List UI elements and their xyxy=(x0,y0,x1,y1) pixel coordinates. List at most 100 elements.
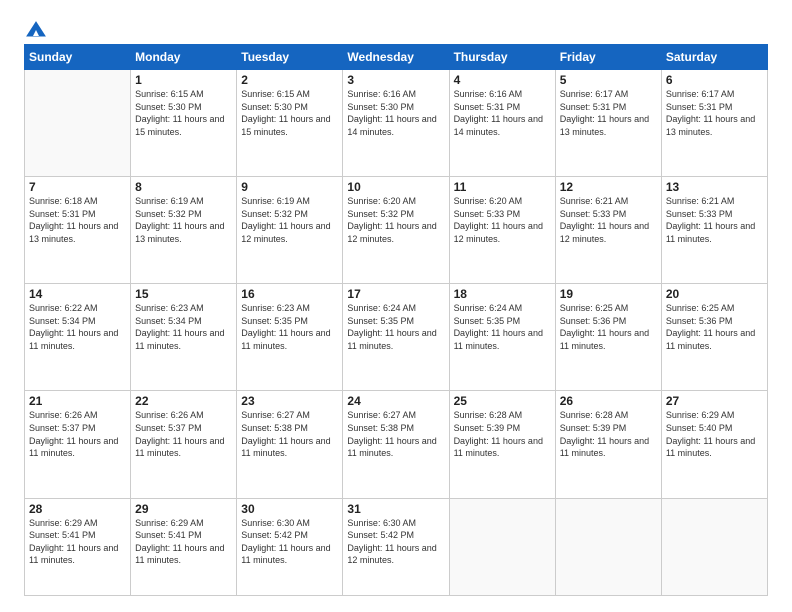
day-number: 5 xyxy=(560,73,657,87)
day-number: 22 xyxy=(135,394,232,408)
calendar-cell: 10Sunrise: 6:20 AMSunset: 5:32 PMDayligh… xyxy=(343,177,449,284)
day-info: Sunrise: 6:25 AMSunset: 5:36 PMDaylight:… xyxy=(666,302,763,352)
day-number: 2 xyxy=(241,73,338,87)
calendar-cell: 1Sunrise: 6:15 AMSunset: 5:30 PMDaylight… xyxy=(131,70,237,177)
day-number: 31 xyxy=(347,502,444,516)
calendar-cell: 5Sunrise: 6:17 AMSunset: 5:31 PMDaylight… xyxy=(555,70,661,177)
calendar-cell: 8Sunrise: 6:19 AMSunset: 5:32 PMDaylight… xyxy=(131,177,237,284)
calendar-week-4: 28Sunrise: 6:29 AMSunset: 5:41 PMDayligh… xyxy=(25,498,768,595)
calendar-cell: 3Sunrise: 6:16 AMSunset: 5:30 PMDaylight… xyxy=(343,70,449,177)
calendar-cell: 16Sunrise: 6:23 AMSunset: 5:35 PMDayligh… xyxy=(237,284,343,391)
calendar-cell: 9Sunrise: 6:19 AMSunset: 5:32 PMDaylight… xyxy=(237,177,343,284)
day-info: Sunrise: 6:18 AMSunset: 5:31 PMDaylight:… xyxy=(29,195,126,245)
calendar-cell: 2Sunrise: 6:15 AMSunset: 5:30 PMDaylight… xyxy=(237,70,343,177)
day-number: 3 xyxy=(347,73,444,87)
calendar-dow-sunday: Sunday xyxy=(25,45,131,70)
calendar-cell: 15Sunrise: 6:23 AMSunset: 5:34 PMDayligh… xyxy=(131,284,237,391)
logo xyxy=(24,20,48,34)
day-number: 15 xyxy=(135,287,232,301)
day-number: 11 xyxy=(454,180,551,194)
calendar-dow-friday: Friday xyxy=(555,45,661,70)
day-info: Sunrise: 6:19 AMSunset: 5:32 PMDaylight:… xyxy=(241,195,338,245)
calendar-cell: 23Sunrise: 6:27 AMSunset: 5:38 PMDayligh… xyxy=(237,391,343,498)
day-info: Sunrise: 6:29 AMSunset: 5:41 PMDaylight:… xyxy=(135,517,232,567)
page: SundayMondayTuesdayWednesdayThursdayFrid… xyxy=(0,0,792,612)
calendar-cell: 11Sunrise: 6:20 AMSunset: 5:33 PMDayligh… xyxy=(449,177,555,284)
calendar-cell xyxy=(449,498,555,595)
calendar-cell: 21Sunrise: 6:26 AMSunset: 5:37 PMDayligh… xyxy=(25,391,131,498)
day-number: 20 xyxy=(666,287,763,301)
day-number: 25 xyxy=(454,394,551,408)
day-info: Sunrise: 6:15 AMSunset: 5:30 PMDaylight:… xyxy=(135,88,232,138)
day-number: 12 xyxy=(560,180,657,194)
day-info: Sunrise: 6:24 AMSunset: 5:35 PMDaylight:… xyxy=(454,302,551,352)
calendar-cell: 12Sunrise: 6:21 AMSunset: 5:33 PMDayligh… xyxy=(555,177,661,284)
day-info: Sunrise: 6:30 AMSunset: 5:42 PMDaylight:… xyxy=(241,517,338,567)
day-number: 8 xyxy=(135,180,232,194)
calendar-cell: 6Sunrise: 6:17 AMSunset: 5:31 PMDaylight… xyxy=(661,70,767,177)
logo-icon xyxy=(25,20,47,38)
day-info: Sunrise: 6:22 AMSunset: 5:34 PMDaylight:… xyxy=(29,302,126,352)
day-info: Sunrise: 6:16 AMSunset: 5:30 PMDaylight:… xyxy=(347,88,444,138)
day-number: 17 xyxy=(347,287,444,301)
header xyxy=(24,20,768,34)
calendar-cell: 26Sunrise: 6:28 AMSunset: 5:39 PMDayligh… xyxy=(555,391,661,498)
calendar-cell: 31Sunrise: 6:30 AMSunset: 5:42 PMDayligh… xyxy=(343,498,449,595)
calendar-cell: 19Sunrise: 6:25 AMSunset: 5:36 PMDayligh… xyxy=(555,284,661,391)
day-number: 6 xyxy=(666,73,763,87)
day-number: 10 xyxy=(347,180,444,194)
day-number: 24 xyxy=(347,394,444,408)
calendar-dow-monday: Monday xyxy=(131,45,237,70)
day-info: Sunrise: 6:26 AMSunset: 5:37 PMDaylight:… xyxy=(135,409,232,459)
day-info: Sunrise: 6:23 AMSunset: 5:34 PMDaylight:… xyxy=(135,302,232,352)
day-number: 4 xyxy=(454,73,551,87)
day-number: 14 xyxy=(29,287,126,301)
calendar-dow-tuesday: Tuesday xyxy=(237,45,343,70)
day-info: Sunrise: 6:29 AMSunset: 5:41 PMDaylight:… xyxy=(29,517,126,567)
day-number: 21 xyxy=(29,394,126,408)
calendar-cell xyxy=(661,498,767,595)
day-number: 1 xyxy=(135,73,232,87)
day-info: Sunrise: 6:24 AMSunset: 5:35 PMDaylight:… xyxy=(347,302,444,352)
calendar-week-1: 7Sunrise: 6:18 AMSunset: 5:31 PMDaylight… xyxy=(25,177,768,284)
day-number: 30 xyxy=(241,502,338,516)
day-info: Sunrise: 6:25 AMSunset: 5:36 PMDaylight:… xyxy=(560,302,657,352)
day-info: Sunrise: 6:28 AMSunset: 5:39 PMDaylight:… xyxy=(560,409,657,459)
calendar-cell: 14Sunrise: 6:22 AMSunset: 5:34 PMDayligh… xyxy=(25,284,131,391)
day-info: Sunrise: 6:28 AMSunset: 5:39 PMDaylight:… xyxy=(454,409,551,459)
calendar-header-row: SundayMondayTuesdayWednesdayThursdayFrid… xyxy=(25,45,768,70)
calendar-table: SundayMondayTuesdayWednesdayThursdayFrid… xyxy=(24,44,768,596)
day-info: Sunrise: 6:27 AMSunset: 5:38 PMDaylight:… xyxy=(241,409,338,459)
day-info: Sunrise: 6:19 AMSunset: 5:32 PMDaylight:… xyxy=(135,195,232,245)
calendar-cell: 13Sunrise: 6:21 AMSunset: 5:33 PMDayligh… xyxy=(661,177,767,284)
day-info: Sunrise: 6:30 AMSunset: 5:42 PMDaylight:… xyxy=(347,517,444,567)
calendar-week-3: 21 Sunrise: 6:26 AMSunset: 5:37 PMDayligh… xyxy=(25,391,768,498)
day-info: Sunrise: 6:20 AMSunset: 5:33 PMDaylight:… xyxy=(454,195,551,245)
calendar-cell: 30Sunrise: 6:30 AMSunset: 5:42 PMDayligh… xyxy=(237,498,343,595)
calendar-cell: 28Sunrise: 6:29 AMSunset: 5:41 PMDayligh… xyxy=(25,498,131,595)
day-number: 7 xyxy=(29,180,126,194)
day-number: 16 xyxy=(241,287,338,301)
calendar-cell: 17Sunrise: 6:24 AMSunset: 5:35 PMDayligh… xyxy=(343,284,449,391)
day-info: Sunrise: 6:17 AMSunset: 5:31 PMDaylight:… xyxy=(560,88,657,138)
day-number: 27 xyxy=(666,394,763,408)
calendar-cell: 27Sunrise: 6:29 AMSunset: 5:40 PMDayligh… xyxy=(661,391,767,498)
calendar-cell: 22Sunrise: 6:26 AMSunset: 5:37 PMDayligh… xyxy=(131,391,237,498)
day-number: 26 xyxy=(560,394,657,408)
calendar-cell: 18Sunrise: 6:24 AMSunset: 5:35 PMDayligh… xyxy=(449,284,555,391)
day-number: 29 xyxy=(135,502,232,516)
calendar-dow-wednesday: Wednesday xyxy=(343,45,449,70)
day-info: Sunrise: 6:17 AMSunset: 5:31 PMDaylight:… xyxy=(666,88,763,138)
calendar-dow-saturday: Saturday xyxy=(661,45,767,70)
calendar-cell: 29Sunrise: 6:29 AMSunset: 5:41 PMDayligh… xyxy=(131,498,237,595)
day-info: Sunrise: 6:21 AMSunset: 5:33 PMDaylight:… xyxy=(666,195,763,245)
calendar-cell: 20Sunrise: 6:25 AMSunset: 5:36 PMDayligh… xyxy=(661,284,767,391)
day-info: Sunrise: 6:16 AMSunset: 5:31 PMDaylight:… xyxy=(454,88,551,138)
calendar-dow-thursday: Thursday xyxy=(449,45,555,70)
day-info: Sunrise: 6:23 AMSunset: 5:35 PMDaylight:… xyxy=(241,302,338,352)
day-info: Sunrise: 6:21 AMSunset: 5:33 PMDaylight:… xyxy=(560,195,657,245)
calendar-week-0: 1Sunrise: 6:15 AMSunset: 5:30 PMDaylight… xyxy=(25,70,768,177)
calendar-cell: 7Sunrise: 6:18 AMSunset: 5:31 PMDaylight… xyxy=(25,177,131,284)
day-info: Sunrise: 6:15 AMSunset: 5:30 PMDaylight:… xyxy=(241,88,338,138)
calendar-cell: 25Sunrise: 6:28 AMSunset: 5:39 PMDayligh… xyxy=(449,391,555,498)
